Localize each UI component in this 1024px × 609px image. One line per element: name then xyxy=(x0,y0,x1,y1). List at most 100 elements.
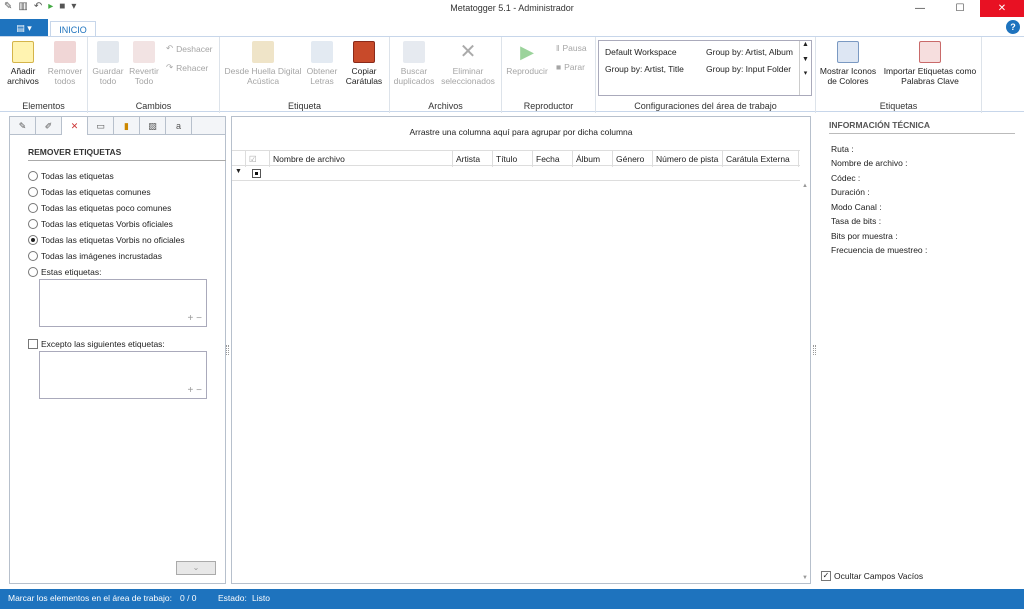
radio-icon[interactable] xyxy=(28,187,38,197)
workspace-item[interactable]: Group by: Input Folder xyxy=(706,64,791,74)
delete-selected-button[interactable]: ✕ Eliminar seleccionados xyxy=(436,41,500,86)
info-field: Códec : xyxy=(831,173,861,183)
save-all-button[interactable]: Guardar todo xyxy=(90,41,126,86)
select-all-checkbox[interactable]: ☑ xyxy=(246,151,270,167)
copy-covers-button[interactable]: Copiar Carátulas xyxy=(340,41,388,86)
revert-icon xyxy=(133,41,155,63)
option-embedded-images[interactable]: Todas las imágenes incrustadas xyxy=(28,251,162,261)
column-header[interactable]: Número de pista xyxy=(653,151,723,167)
except-tags-checkbox[interactable]: Excepto las siguientes etiquetas: xyxy=(28,339,165,349)
filter-icon[interactable]: ▼ xyxy=(235,168,242,175)
column-header[interactable]: Título xyxy=(493,151,533,167)
tab-text-case[interactable]: a xyxy=(166,117,192,135)
radio-icon[interactable] xyxy=(28,219,38,229)
radio-icon[interactable] xyxy=(28,203,38,213)
group-archivos: Buscar duplicados ✕ Eliminar seleccionad… xyxy=(390,37,502,113)
option-vorbis-official[interactable]: Todas las etiquetas Vorbis oficiales xyxy=(28,219,173,229)
pause-icon: ‖ xyxy=(556,43,560,53)
group-label: Archivos xyxy=(428,101,463,111)
expand-column xyxy=(232,151,246,167)
workspace-item[interactable]: Default Workspace xyxy=(605,47,677,57)
option-common-tags[interactable]: Todas las etiquetas comunes xyxy=(28,187,151,197)
column-header[interactable]: Género xyxy=(613,151,653,167)
tab-edit-tags[interactable]: ✎ xyxy=(10,117,36,135)
file-grid: Arrastre una columna aquí para agrupar p… xyxy=(231,116,811,584)
column-header[interactable]: Fecha xyxy=(533,151,573,167)
apply-button[interactable]: ⌄ xyxy=(176,561,216,575)
checkbox-icon[interactable] xyxy=(28,339,38,349)
tab-cover[interactable]: ▨ xyxy=(140,117,166,135)
pause-button[interactable]: ‖ Pausa xyxy=(556,43,587,53)
scroll-down-icon[interactable]: ▼ xyxy=(802,575,808,581)
add-files-icon xyxy=(12,41,34,63)
left-splitter[interactable] xyxy=(226,345,229,355)
find-duplicates-button[interactable]: Buscar duplicados xyxy=(392,41,436,86)
right-splitter[interactable] xyxy=(813,345,816,355)
state-value: Listo xyxy=(252,593,270,603)
import-tags-button[interactable]: Importar Etiquetas como Palabras Clave xyxy=(880,41,980,86)
window-title: Metatogger 5.1 - Administrador xyxy=(450,3,574,13)
show-color-icons-button[interactable]: Mostrar Iconos de Colores xyxy=(816,41,880,86)
workspace-item[interactable]: Group by: Artist, Title xyxy=(605,64,684,74)
column-header[interactable]: Carátula Externa xyxy=(723,151,799,167)
tab-remove-tags[interactable]: ✕ xyxy=(62,117,88,135)
option-uncommon-tags[interactable]: Todas las etiquetas poco comunes xyxy=(28,203,171,213)
column-header[interactable]: Álbum xyxy=(573,151,613,167)
except-tags-list[interactable]: + − xyxy=(39,351,207,399)
option-these-tags[interactable]: Estas etiquetas: xyxy=(28,267,101,277)
option-all-tags[interactable]: Todas las etiquetas xyxy=(28,171,114,181)
get-lyrics-button[interactable]: Obtener Letras xyxy=(304,41,340,86)
acoustic-fingerprint-button[interactable]: Desde Huella Digital Acústica xyxy=(222,41,304,86)
add-files-button[interactable]: Añadir archivos xyxy=(2,41,44,86)
scroll-down-icon[interactable]: ▼ xyxy=(800,56,811,63)
file-menu-button[interactable]: ▤ ▾ xyxy=(0,19,48,37)
revert-all-button[interactable]: Revertir Todo xyxy=(126,41,162,86)
radio-icon[interactable] xyxy=(28,267,38,277)
close-button[interactable]: ✕ xyxy=(980,0,1024,17)
option-vorbis-unofficial[interactable]: Todas las etiquetas Vorbis no oficiales xyxy=(28,235,185,245)
hide-empty-fields-checkbox[interactable]: ✓ Ocultar Campos Vacíos xyxy=(821,571,923,581)
tab-bookmark[interactable]: ▮ xyxy=(114,117,140,135)
radio-icon[interactable] xyxy=(28,251,38,261)
group-label: Elementos xyxy=(22,101,65,111)
stop-button[interactable]: ■ Parar xyxy=(556,62,585,72)
tab-rename[interactable]: ▭ xyxy=(88,117,114,135)
undo-button[interactable]: ↶ Deshacer xyxy=(166,43,213,54)
radio-icon[interactable] xyxy=(28,171,38,181)
technical-info-panel: INFORMACIÓN TÉCNICA Ruta : Nombre de arc… xyxy=(819,116,1024,584)
info-field: Frecuencia de muestreo : xyxy=(831,245,928,255)
expand-icon[interactable]: ▾ xyxy=(800,69,811,77)
radio-icon-selected[interactable] xyxy=(28,235,38,245)
these-tags-list[interactable]: + − xyxy=(39,279,207,327)
group-cambios: Guardar todo Revertir Todo ↶ Deshacer ↷ Re… xyxy=(88,37,220,113)
column-header[interactable]: Artista xyxy=(453,151,493,167)
info-field: Ruta : xyxy=(831,144,854,154)
ribbon-tab-row: ▤ ▾ INICIO ? xyxy=(0,19,1024,38)
mark-elements-label: Marcar los elementos en el área de traba… xyxy=(8,593,172,603)
scroll-up-icon[interactable]: ▲ xyxy=(800,41,811,48)
redo-small-icon: ↷ xyxy=(166,62,174,72)
add-remove-icon[interactable]: + − xyxy=(188,313,202,324)
checkbox-checked-icon[interactable]: ✓ xyxy=(821,571,831,581)
group-elementos: Añadir archivos Remover todos Elementos xyxy=(0,37,88,113)
minimize-button[interactable]: — xyxy=(900,0,940,17)
add-remove-icon[interactable]: + − xyxy=(188,385,202,396)
status-bar: Marcar los elementos en el área de traba… xyxy=(0,589,1024,609)
filter-row: ▼ xyxy=(232,166,800,181)
play-large-icon: ▶ xyxy=(520,42,534,62)
maximize-button[interactable]: ☐ xyxy=(940,0,980,17)
remove-all-button[interactable]: Remover todos xyxy=(44,41,86,86)
mark-count: 0 / 0 xyxy=(180,593,197,603)
filter-checkbox[interactable] xyxy=(252,169,261,178)
workspace-scroll[interactable]: ▲ ▼ ▾ xyxy=(799,41,811,95)
column-header[interactable]: Nombre de archivo xyxy=(270,151,453,167)
tab-tools[interactable]: ✐ xyxy=(36,117,62,135)
group-etiqueta: Desde Huella Digital Acústica Obtener Le… xyxy=(220,37,390,113)
play-button[interactable]: ▶ Reproducir xyxy=(504,41,550,76)
grid-scrollbar[interactable]: ▲ ▼ xyxy=(800,181,810,583)
help-icon[interactable]: ? xyxy=(1006,20,1020,34)
workspace-item[interactable]: Group by: Artist, Album xyxy=(706,47,793,57)
redo-button[interactable]: ↷ Rehacer xyxy=(166,62,208,73)
remove-icon xyxy=(54,41,76,63)
scroll-up-icon[interactable]: ▲ xyxy=(802,183,808,189)
